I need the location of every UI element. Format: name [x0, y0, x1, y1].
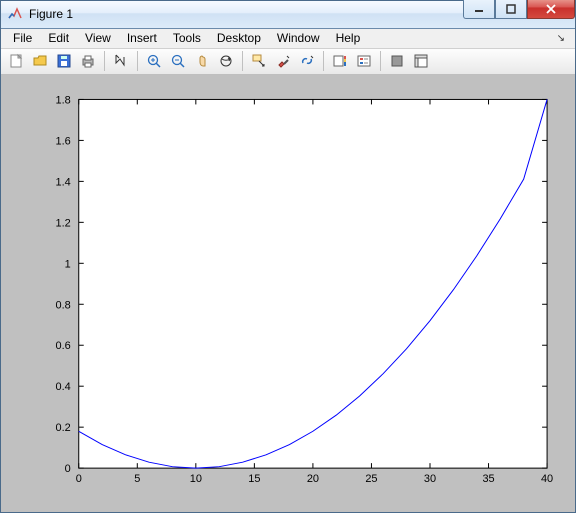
- toolbar-separator: [380, 51, 381, 71]
- menu-insert[interactable]: Insert: [119, 29, 165, 47]
- zoom-in-button[interactable]: [143, 50, 165, 72]
- link-plots-button[interactable]: [296, 50, 318, 72]
- toolbar-separator: [323, 51, 324, 71]
- menu-overflow-icon[interactable]: ↘: [551, 33, 571, 44]
- svg-text:30: 30: [424, 473, 436, 485]
- svg-text:1.8: 1.8: [56, 94, 71, 106]
- svg-text:0.8: 0.8: [56, 299, 71, 311]
- menu-help[interactable]: Help: [328, 29, 369, 47]
- figure-client-area: 0 5 10 15 20 25 30 35 40 0 0.2 0.4 0.6 0.8 1 1.2 1.4 1.6 1…: [1, 75, 575, 513]
- close-button[interactable]: [527, 0, 575, 19]
- svg-text:1.6: 1.6: [56, 135, 71, 147]
- new-figure-button[interactable]: [5, 50, 27, 72]
- svg-text:15: 15: [248, 473, 260, 485]
- menubar: File Edit View Insert Tools Desktop Wind…: [1, 29, 575, 49]
- svg-text:0: 0: [65, 463, 71, 475]
- menu-window[interactable]: Window: [269, 29, 328, 47]
- toolbar: [1, 49, 575, 75]
- menu-desktop[interactable]: Desktop: [209, 29, 269, 47]
- pan-button[interactable]: [191, 50, 213, 72]
- axes[interactable]: 0 5 10 15 20 25 30 35 40 0 0.2 0.4 0.6 0.8 1 1.2 1.4 1.6 1…: [9, 83, 567, 505]
- svg-text:1.4: 1.4: [56, 176, 71, 188]
- svg-text:20: 20: [307, 473, 319, 485]
- hide-plot-tools-button[interactable]: [386, 50, 408, 72]
- svg-text:0.4: 0.4: [56, 381, 71, 393]
- toolbar-separator: [137, 51, 138, 71]
- show-plot-tools-button[interactable]: [410, 50, 432, 72]
- titlebar: Figure 1: [1, 1, 575, 29]
- window-title: Figure 1: [29, 7, 463, 21]
- zoom-out-button[interactable]: [167, 50, 189, 72]
- svg-text:1.2: 1.2: [56, 217, 71, 229]
- svg-text:0: 0: [76, 473, 82, 485]
- svg-text:10: 10: [190, 473, 202, 485]
- svg-text:0.2: 0.2: [56, 422, 71, 434]
- edit-plot-button[interactable]: [110, 50, 132, 72]
- insert-legend-button[interactable]: [353, 50, 375, 72]
- svg-text:5: 5: [134, 473, 140, 485]
- insert-colorbar-button[interactable]: [329, 50, 351, 72]
- toolbar-separator: [242, 51, 243, 71]
- matlab-icon: [7, 6, 23, 22]
- svg-text:1: 1: [65, 258, 71, 270]
- menu-edit[interactable]: Edit: [40, 29, 77, 47]
- svg-text:35: 35: [482, 473, 494, 485]
- brush-button[interactable]: [272, 50, 294, 72]
- menu-view[interactable]: View: [77, 29, 119, 47]
- figure-window: Figure 1 File Edit View Insert Tools Des…: [0, 0, 576, 513]
- toolbar-separator: [104, 51, 105, 71]
- menu-tools[interactable]: Tools: [165, 29, 209, 47]
- maximize-button[interactable]: [495, 0, 527, 19]
- svg-text:0.6: 0.6: [56, 340, 71, 352]
- figure-background: 0 5 10 15 20 25 30 35 40 0 0.2 0.4 0.6 0.8 1 1.2 1.4 1.6 1…: [9, 83, 567, 505]
- window-controls: [463, 0, 575, 19]
- print-figure-button[interactable]: [77, 50, 99, 72]
- svg-text:25: 25: [365, 473, 377, 485]
- minimize-button[interactable]: [463, 0, 495, 19]
- rotate-3d-button[interactable]: [215, 50, 237, 72]
- open-file-button[interactable]: [29, 50, 51, 72]
- save-figure-button[interactable]: [53, 50, 75, 72]
- svg-text:40: 40: [541, 473, 553, 485]
- menu-file[interactable]: File: [5, 29, 40, 47]
- data-cursor-button[interactable]: [248, 50, 270, 72]
